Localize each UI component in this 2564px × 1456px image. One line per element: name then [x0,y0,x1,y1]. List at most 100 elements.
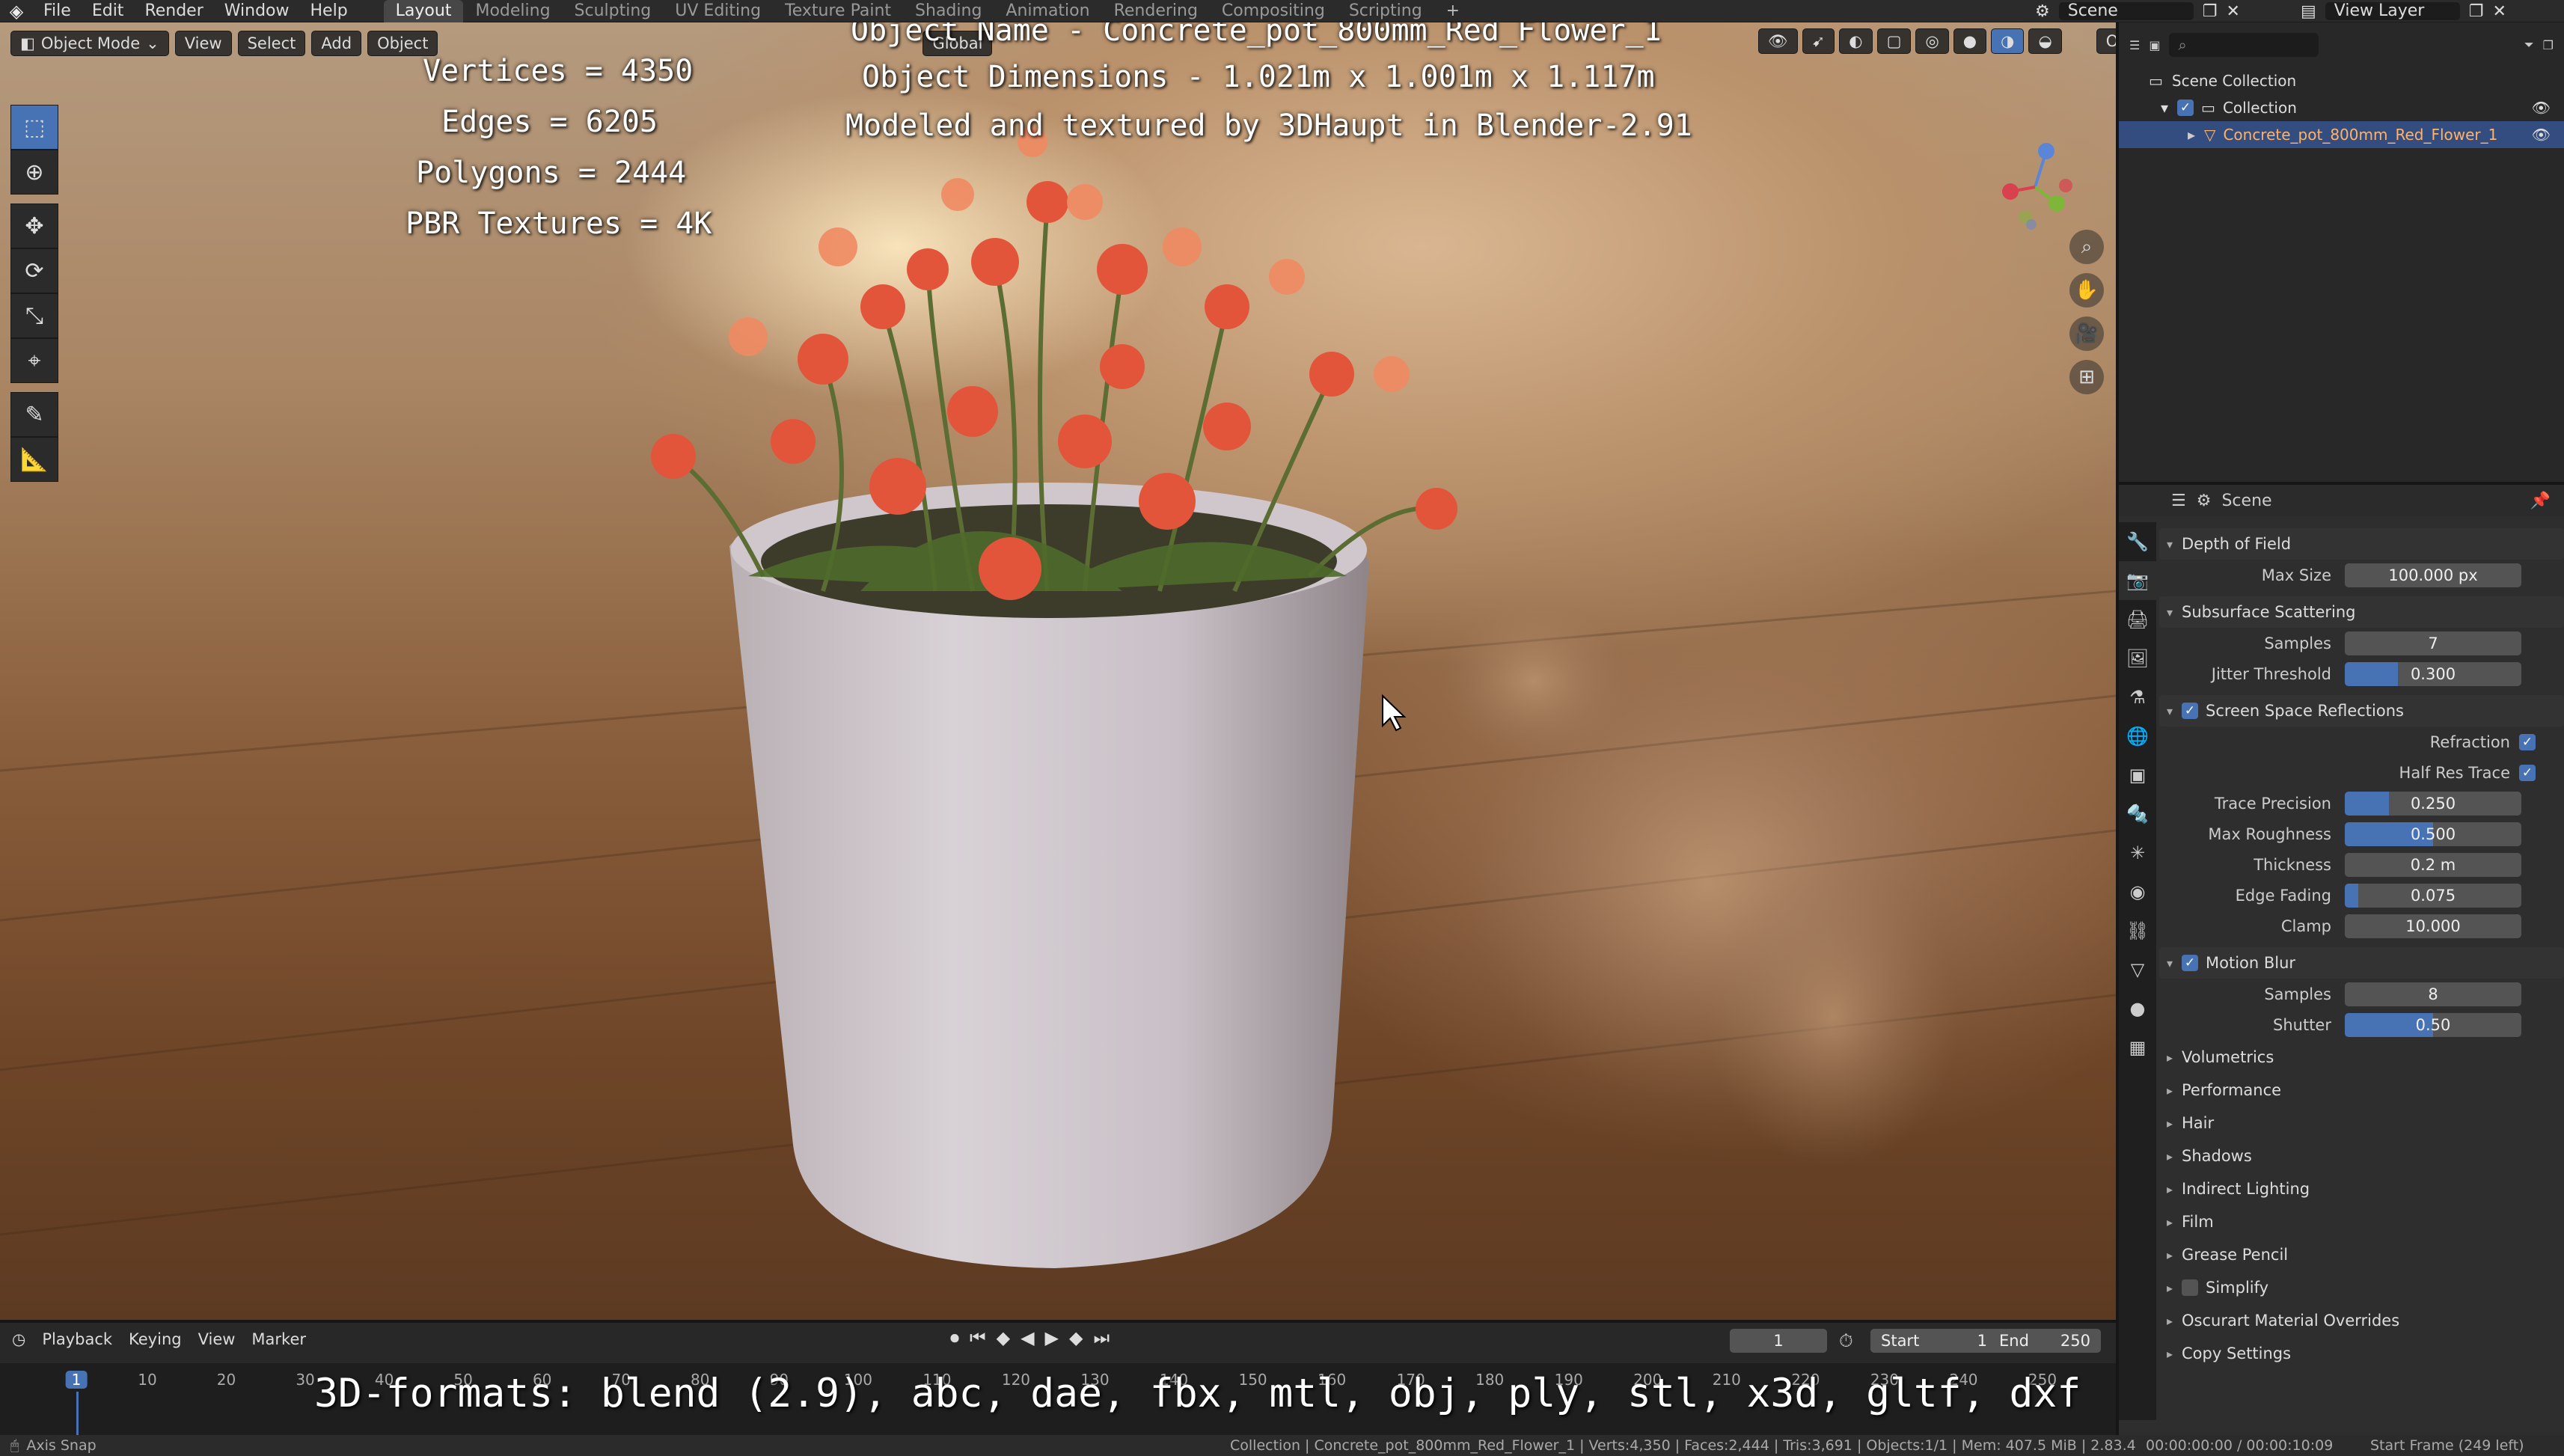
expand-arrow-icon[interactable]: ▸ [2188,126,2195,144]
xray-icon[interactable]: ▢ [1876,28,1912,54]
shutter-slider[interactable]: 0.50 [2345,1012,2521,1037]
select-box-icon[interactable]: ⬚ [10,105,58,150]
delete-view-layer-icon[interactable]: ✕ [2493,2,2506,21]
tool-tab-icon[interactable]: 🔧 [2119,522,2156,561]
panel-subsurface-scattering[interactable]: ▾ Subsurface Scattering [2159,596,2564,628]
motion-blur-checkbox[interactable]: ✓ [2182,955,2198,971]
menu-file[interactable]: File [33,0,82,22]
outliner-row-collection[interactable]: ▾ ✓ ▭ Collection 👁 [2119,94,2564,121]
panel-screen-space-reflections[interactable]: ▾ ✓ Screen Space Reflections [2159,695,2564,727]
filter-icon[interactable]: ⏷ [2524,37,2534,52]
navigation-gizmo[interactable] [1994,135,2076,232]
menu-help[interactable]: Help [300,0,358,22]
object-tab-icon[interactable]: ▣ [2119,756,2156,795]
tab-rendering[interactable]: Rendering [1102,0,1210,22]
gizmo-toggle-icon[interactable]: ➹ [1802,28,1835,54]
camera-view-icon[interactable]: 🎥 [2069,316,2104,351]
solid-shading-icon[interactable]: ● [1953,28,1987,54]
panel-grease-pencil[interactable]: ▸ Grease Pencil [2159,1239,2564,1270]
output-tab-icon[interactable]: 🖨 [2119,600,2156,639]
tab-texture-paint[interactable]: Texture Paint [773,0,903,22]
material-shading-icon[interactable]: ◑ [1991,28,2025,54]
new-scene-icon[interactable]: ❐ [2203,2,2218,21]
play-icon[interactable]: ▶ [1045,1327,1059,1348]
editor-type-icon[interactable]: ◷ [12,1330,25,1348]
tab-modeling[interactable]: Modeling [463,0,562,22]
select-menu[interactable]: Select [237,31,306,56]
start-frame-field[interactable]: Start 1 [1870,1329,1998,1353]
data-tab-icon[interactable]: ▽ [2119,950,2156,989]
panel-hair[interactable]: ▸ Hair [2159,1107,2564,1139]
tab-layout[interactable]: Layout [383,0,464,22]
annotate-icon[interactable]: ✎ [10,392,58,437]
editor-type-icon[interactable]: ☰ [2129,38,2140,52]
object-menu[interactable]: Object [367,31,438,56]
panel-volumetrics[interactable]: ▸ Volumetrics [2159,1041,2564,1073]
new-view-layer-icon[interactable]: ❐ [2469,2,2484,21]
pin-icon[interactable]: 📌 [2530,492,2551,510]
overlays-icon[interactable]: ◐ [1839,28,1873,54]
view-layer-selector[interactable]: ▤ View Layer ❐ ✕ [2301,0,2506,22]
rendered-shading-icon[interactable]: ◒ [2028,28,2062,54]
panel-film[interactable]: ▸ Film [2159,1206,2564,1238]
modifier-tab-icon[interactable]: 🔩 [2119,795,2156,833]
stopwatch-icon[interactable]: ⏱ [1839,1330,1853,1351]
sss-samples-field[interactable]: 7 [2345,631,2521,655]
blender-logo-icon[interactable]: ◈ [0,0,33,22]
outliner-row-scene-collection[interactable]: ▭ Scene Collection [2119,67,2564,94]
panel-depth-of-field[interactable]: ▾ Depth of Field [2159,528,2564,560]
constraints-tab-icon[interactable]: ⛓ [2119,911,2156,950]
visibility-icon[interactable]: 👁 [1758,28,1798,54]
panel-oscurart-material-overrides[interactable]: ▸ Oscurart Material Overrides [2159,1305,2564,1336]
current-frame-field[interactable]: 1 [1730,1329,1827,1353]
panel-shadows[interactable]: ▸ Shadows [2159,1140,2564,1172]
measure-icon[interactable]: 📐 [10,437,58,482]
view-menu[interactable]: View [174,31,232,56]
max-size-field[interactable]: 100.000 px [2345,563,2521,587]
view-layer-tab-icon[interactable]: 🖼 [2119,639,2156,678]
refraction-checkbox[interactable]: ✓ [2519,733,2536,750]
ssr-enable-checkbox[interactable]: ✓ [2182,703,2198,719]
prev-keyframe-icon[interactable]: ◆ [997,1327,1010,1348]
edge-fading-slider[interactable]: 0.075 [2345,883,2521,908]
scale-icon[interactable]: ⤡ [10,293,58,338]
tab-scripting[interactable]: Scripting [1337,0,1434,22]
playback-menu[interactable]: Playback [42,1330,112,1348]
eye-icon[interactable]: 👁 [2532,99,2551,117]
expand-arrow-icon[interactable]: ▾ [2161,99,2168,117]
panel-copy-settings[interactable]: ▸ Copy Settings [2159,1338,2564,1369]
panel-indirect-lighting[interactable]: ▸ Indirect Lighting [2159,1173,2564,1205]
move-icon[interactable]: ✥ [10,204,58,248]
tab-animation[interactable]: Animation [994,0,1101,22]
panel-motion-blur[interactable]: ▾ ✓ Motion Blur [2159,947,2564,979]
view-layer-field[interactable]: View Layer [2325,2,2460,20]
menu-edit[interactable]: Edit [82,0,135,22]
new-collection-icon[interactable]: ❐ [2543,38,2554,52]
options-button[interactable]: Options [2096,28,2116,54]
end-frame-field[interactable]: End 250 [1989,1329,2101,1353]
3d-viewport[interactable]: ◧ Object Mode ⌄ View Select Add Object Glo… [0,22,2116,1320]
tab-shading[interactable]: Shading [903,0,994,22]
editor-type-icon[interactable]: ☰ [2171,492,2186,510]
rotate-icon[interactable]: ⟳ [10,248,58,293]
object-mode-dropdown[interactable]: ◧ Object Mode ⌄ [10,31,169,56]
tab-uv-editing[interactable]: UV Editing [663,0,773,22]
mb-samples-field[interactable]: 8 [2345,982,2521,1006]
delete-scene-icon[interactable]: ✕ [2226,2,2239,21]
tab-compositing[interactable]: Compositing [1210,0,1337,22]
wireframe-shading-icon[interactable]: ◎ [1915,28,1949,54]
tab-sculpting[interactable]: Sculpting [563,0,664,22]
display-mode-icon[interactable]: ▣ [2149,38,2160,52]
scene-tab-icon[interactable]: ⚗ [2119,678,2156,717]
marker-menu[interactable]: Marker [251,1330,306,1348]
trace-precision-slider[interactable]: 0.250 [2345,791,2521,816]
eye-icon[interactable]: 👁 [2532,126,2551,144]
add-menu[interactable]: Add [311,31,362,56]
play-reverse-icon[interactable]: ◀ [1021,1327,1034,1348]
next-keyframe-icon[interactable]: ◆ [1069,1327,1083,1348]
menu-render[interactable]: Render [134,0,213,22]
simplify-checkbox[interactable] [2182,1279,2198,1296]
particles-tab-icon[interactable]: ✳ [2119,833,2156,872]
collection-checkbox[interactable]: ✓ [2177,100,2194,116]
cursor-icon[interactable]: ⊕ [10,150,58,195]
